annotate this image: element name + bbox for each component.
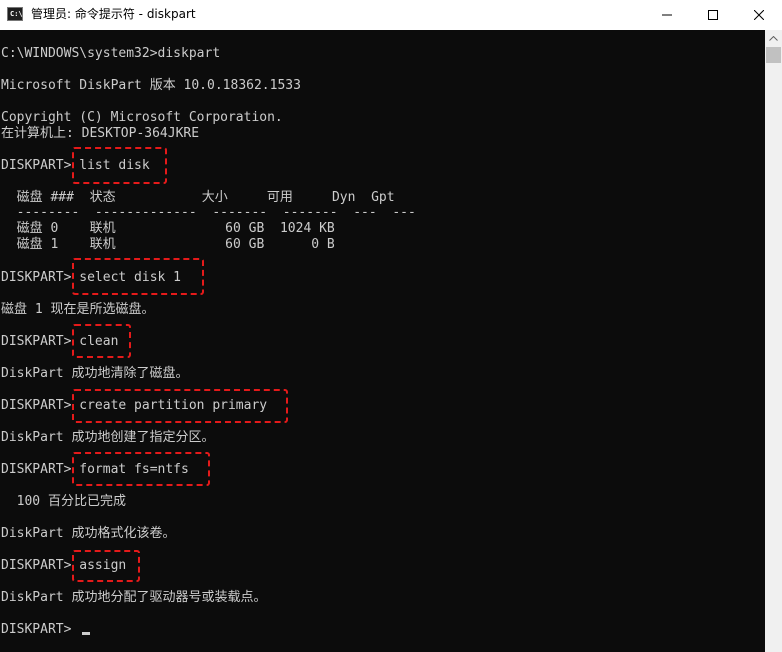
vertical-scrollbar[interactable] (765, 30, 782, 652)
window-title: 管理员: 命令提示符 - diskpart (31, 7, 196, 21)
scrollbar-thumb[interactable] (766, 47, 781, 63)
highlight-box-assign (72, 550, 140, 582)
minimize-button[interactable] (644, 0, 690, 30)
disk-table-separator: -------- ------------- ------- ------- -… (1, 205, 416, 220)
console-line: DiskPart 成功地分配了驱动器号或装载点。 (1, 590, 267, 605)
console-line: DiskPart 成功地清除了磁盘。 (1, 366, 189, 381)
progress-line: 100 百分比已完成 (1, 494, 126, 509)
app-icon-text: C:\ (10, 10, 23, 18)
disk-table-header: 磁盘 ### 状态 大小 可用 Dyn Gpt (1, 190, 395, 205)
title-bar[interactable]: C:\ 管理员: 命令提示符 - diskpart (0, 0, 782, 30)
console-line: C:\WINDOWS\system32>diskpart (1, 46, 221, 61)
console-line: Copyright (C) Microsoft Corporation. (1, 110, 283, 125)
text-cursor (82, 632, 90, 635)
highlight-box-create-partition (72, 389, 288, 423)
highlight-box-format (72, 452, 210, 486)
highlight-box-select-disk (72, 258, 204, 295)
console-line: Microsoft DiskPart 版本 10.0.18362.1533 (1, 78, 301, 93)
console-line: 磁盘 1 现在是所选磁盘。 (1, 302, 155, 317)
disk-table-row: 磁盘 0 联机 60 GB 1024 KB (1, 221, 335, 236)
console-line: DiskPart 成功地创建了指定分区。 (1, 430, 215, 445)
console-line: DiskPart 成功格式化该卷。 (1, 526, 176, 541)
scroll-up-button[interactable] (765, 30, 782, 47)
maximize-icon (708, 10, 718, 20)
minimize-icon (662, 14, 672, 16)
prompt-line: DISKPART> (1, 622, 80, 637)
chevron-up-icon (769, 36, 778, 41)
highlight-box-list-disk (72, 147, 167, 184)
highlight-box-clean (72, 324, 131, 358)
close-button[interactable] (736, 0, 782, 30)
console-line: 在计算机上: DESKTOP-364JKRE (1, 126, 200, 141)
close-icon (754, 10, 764, 20)
console-app-icon[interactable]: C:\ (7, 7, 23, 21)
maximize-button[interactable] (690, 0, 736, 30)
disk-table-row: 磁盘 1 联机 60 GB 0 B (1, 237, 335, 252)
command-prompt-window: C:\ 管理员: 命令提示符 - diskpart C:\WINDOWS\sys… (0, 0, 782, 652)
